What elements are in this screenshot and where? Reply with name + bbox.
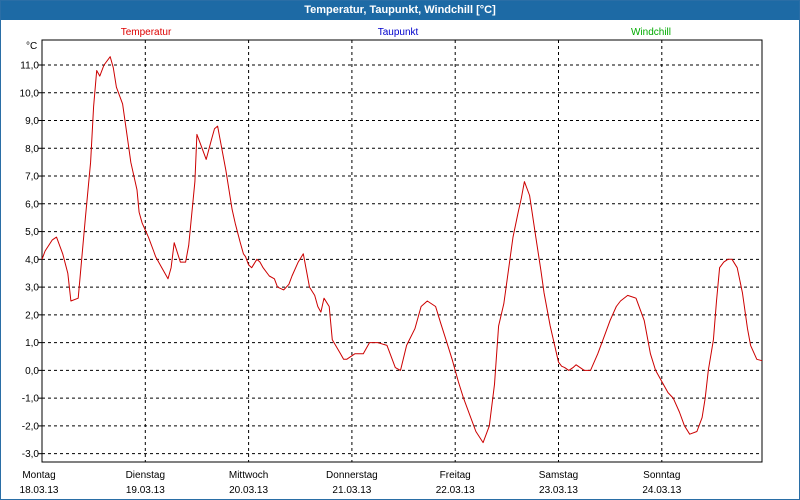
x-day-label: Mittwoch bbox=[229, 470, 268, 481]
y-tick-label: 7,0 bbox=[25, 172, 39, 183]
x-day-label: Montag bbox=[22, 470, 55, 481]
y-tick-label: 6,0 bbox=[25, 199, 39, 210]
x-day-label: Dienstag bbox=[126, 470, 165, 481]
x-date-label: 18.03.13 bbox=[20, 485, 59, 496]
plot-canvas: 11,0 10,0 9,0 8,0 7,0 6,0 5,0 4,0 3,0 2,0 1,0 0,0 -1… bbox=[20, 27, 763, 496]
y-tick-label: -1,0 bbox=[22, 394, 40, 405]
x-date-label: 23.03.13 bbox=[539, 485, 578, 496]
x-date-label: 21.03.13 bbox=[332, 485, 371, 496]
y-tick-label: 3,0 bbox=[25, 283, 39, 294]
chart-title: Temperatur, Taupunkt, Windchill [°C] bbox=[1, 1, 799, 20]
y-tick-label: 10,0 bbox=[20, 88, 40, 99]
y-tick-label: 0,0 bbox=[25, 366, 39, 377]
x-date-label: 19.03.13 bbox=[126, 485, 165, 496]
y-tick-label: 11,0 bbox=[20, 60, 39, 71]
chart-window: Temperatur, Taupunkt, Windchill [°C] 11,… bbox=[0, 0, 800, 500]
x-date-label: 24.03.13 bbox=[642, 485, 681, 496]
y-tick-label: 5,0 bbox=[25, 227, 39, 238]
x-day-label: Donnerstag bbox=[326, 470, 378, 481]
y-tick-label: 9,0 bbox=[25, 116, 39, 127]
x-date-label: 20.03.13 bbox=[229, 485, 268, 496]
x-date-label: 22.03.13 bbox=[436, 485, 475, 496]
y-tick-label: 1,0 bbox=[25, 338, 39, 349]
plot-area bbox=[41, 39, 763, 463]
y-tick-label: -3,0 bbox=[22, 449, 40, 460]
legend-windchill: Windchill bbox=[631, 27, 671, 38]
legend-temperatur: Temperatur bbox=[121, 27, 172, 38]
x-day-label: Sonntag bbox=[643, 470, 680, 481]
y-tick-label: 4,0 bbox=[25, 255, 39, 266]
y-tick-label: -2,0 bbox=[22, 421, 40, 432]
legend-taupunkt: Taupunkt bbox=[378, 27, 419, 38]
x-day-label: Freitag bbox=[440, 470, 471, 481]
y-axis: 11,0 10,0 9,0 8,0 7,0 6,0 5,0 4,0 3,0 2,0 1,0 0,0 -1… bbox=[20, 60, 42, 460]
y-axis-unit: °C bbox=[26, 41, 37, 52]
x-axis: Montag 18.03.13 Dienstag 19.03.13 Mittwoch 20… bbox=[20, 470, 682, 496]
x-day-label: Samstag bbox=[539, 470, 578, 481]
y-tick-label: 8,0 bbox=[25, 144, 39, 155]
y-tick-label: 2,0 bbox=[25, 310, 39, 321]
